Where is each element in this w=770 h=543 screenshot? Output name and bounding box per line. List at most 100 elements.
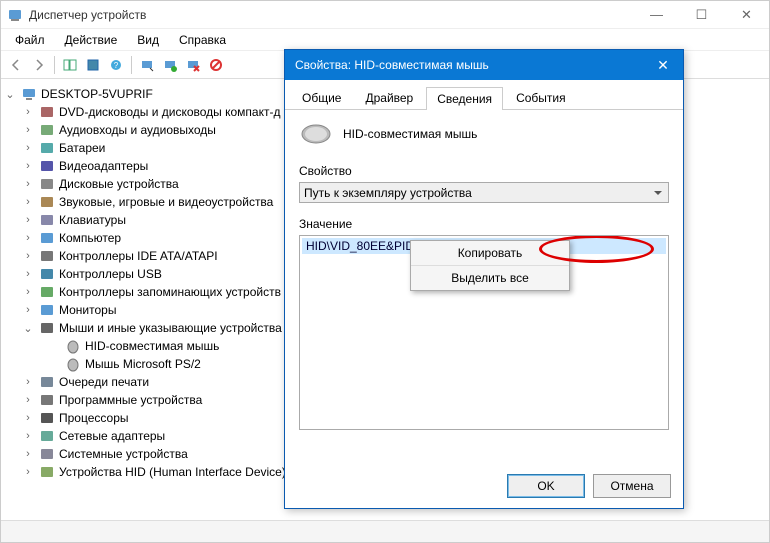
tree-item-label: Сетевые адаптеры [59,429,165,443]
root-label: DESKTOP-5VUPRIF [41,87,153,101]
value-listbox[interactable]: HID\VID_80EE&PID_0021\6&3E3E507&0&0000 К… [299,235,669,430]
tab-events[interactable]: События [505,86,577,109]
expand-icon[interactable]: › [21,412,35,424]
minimize-button[interactable]: — [634,1,679,29]
mouse-device-icon [65,356,81,372]
maximize-button[interactable]: ☐ [679,1,724,29]
device-header: HID-совместимая мышь [299,122,669,146]
tree-item-label: Мониторы [59,303,116,317]
dialog-titlebar: Свойства: HID-совместимая мышь ✕ [285,50,683,80]
tree-item-label: Дисковые устройства [59,177,179,191]
show-hide-tree-button[interactable] [59,54,81,76]
expand-icon[interactable]: › [21,466,35,478]
tree-item-label: Контроллеры USB [59,267,162,281]
device-category-icon [39,212,55,228]
device-category-icon [39,446,55,462]
menu-file[interactable]: Файл [5,31,55,49]
update-driver-button[interactable] [159,54,181,76]
window-title: Диспетчер устройств [29,8,634,22]
device-category-icon [39,302,55,318]
device-category-icon [39,158,55,174]
expand-icon[interactable]: › [21,430,35,442]
menu-view[interactable]: Вид [127,31,169,49]
disable-button[interactable] [205,54,227,76]
toolbar-separator [54,56,55,74]
menu-help[interactable]: Справка [169,31,236,49]
tab-general[interactable]: Общие [291,86,352,109]
property-dropdown[interactable]: Путь к экземпляру устройства [299,182,669,203]
tree-item-label: Процессоры [59,411,129,425]
mouse-icon [299,122,333,146]
dialog-body: HID-совместимая мышь Свойство Путь к экз… [285,110,683,442]
device-category-icon [39,248,55,264]
context-copy[interactable]: Копировать [411,241,569,266]
tree-item-label: Контроллеры IDE ATA/ATAPI [59,249,218,263]
expand-icon[interactable]: › [21,214,35,226]
menu-action[interactable]: Действие [55,31,128,49]
toolbar-separator [131,56,132,74]
expand-icon[interactable]: › [21,250,35,262]
window-controls: — ☐ ✕ [634,1,769,29]
device-name: HID-совместимая мышь [343,127,477,141]
cancel-button[interactable]: Отмена [593,474,671,498]
device-category-icon [39,140,55,156]
expand-icon[interactable]: › [21,232,35,244]
property-selected: Путь к экземпляру устройства [304,186,472,200]
device-category-icon [39,320,55,336]
device-category-icon [39,284,55,300]
expand-icon[interactable]: › [21,304,35,316]
tree-item-label: Звуковые, игровые и видеоустройства [59,195,273,209]
property-label: Свойство [299,164,669,178]
context-menu: Копировать Выделить все [410,240,570,291]
tree-item-label: Системные устройства [59,447,188,461]
device-category-icon [39,194,55,210]
dialog-close-button[interactable]: ✕ [643,50,683,80]
expand-icon[interactable]: › [21,196,35,208]
expand-icon[interactable]: ⌄ [21,322,35,335]
close-button[interactable]: ✕ [724,1,769,29]
dialog-tabs: Общие Драйвер Сведения События [285,80,683,110]
expand-icon[interactable]: › [21,394,35,406]
dialog-buttons: OK Отмена [507,474,671,498]
device-category-icon [39,410,55,426]
device-category-icon [39,104,55,120]
expand-icon[interactable]: › [21,106,35,118]
properties-dialog: Свойства: HID-совместимая мышь ✕ Общие Д… [284,49,684,509]
expand-icon[interactable]: › [21,286,35,298]
nav-back-button[interactable] [5,54,27,76]
app-icon [7,7,23,23]
device-category-icon [39,122,55,138]
context-select-all[interactable]: Выделить все [411,266,569,290]
statusbar [1,520,769,542]
expand-icon[interactable]: › [21,178,35,190]
dialog-title: Свойства: HID-совместимая мышь [295,58,643,72]
tree-item-label: Устройства HID (Human Interface Device) [59,465,286,479]
ok-button[interactable]: OK [507,474,585,498]
scan-hardware-button[interactable] [136,54,158,76]
expand-icon[interactable]: › [21,160,35,172]
tree-item-label: Компьютер [59,231,121,245]
device-category-icon [39,176,55,192]
computer-icon [21,86,37,102]
expand-icon[interactable]: › [21,448,35,460]
tab-details[interactable]: Сведения [426,87,503,110]
expand-icon[interactable]: › [21,124,35,136]
tree-item-label: Мыши и иные указывающие устройства [59,321,282,335]
device-manager-window: Диспетчер устройств — ☐ ✕ Файл Действие … [0,0,770,543]
expand-icon[interactable]: › [21,142,35,154]
expand-icon[interactable]: › [21,268,35,280]
mouse-device-icon [65,338,81,354]
collapse-icon[interactable]: ⌄ [3,88,17,101]
uninstall-button[interactable] [182,54,204,76]
help-button[interactable]: ? [105,54,127,76]
nav-forward-button[interactable] [28,54,50,76]
device-category-icon [39,374,55,390]
device-category-icon [39,230,55,246]
tab-driver[interactable]: Драйвер [354,86,424,109]
properties-button[interactable] [82,54,104,76]
svg-text:?: ? [114,61,119,70]
tree-item-label: Аудиовходы и аудиовыходы [59,123,216,137]
tree-item-label: Видеоадаптеры [59,159,148,173]
expand-icon[interactable]: › [21,376,35,388]
device-category-icon [39,464,55,480]
